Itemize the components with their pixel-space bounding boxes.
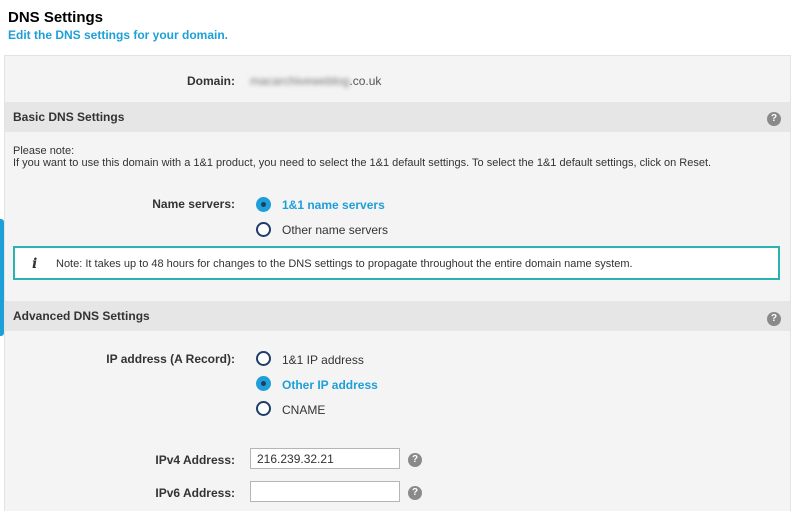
- domain-suffix: .co.uk: [349, 74, 382, 88]
- page-title: DNS Settings: [8, 9, 104, 26]
- domain-label: Domain:: [187, 74, 235, 88]
- dns-settings-panel: Domain: macarchiveweblog.co.uk Basic DNS…: [4, 55, 791, 511]
- ipv6-help-icon[interactable]: ?: [408, 486, 422, 500]
- basic-dns-help-icon[interactable]: ?: [767, 112, 781, 126]
- ipv6-input[interactable]: [250, 481, 400, 502]
- radio-1and1-ip-address-label[interactable]: 1&1 IP address: [282, 353, 364, 367]
- ipv4-input[interactable]: [250, 448, 400, 469]
- radio-other-name-servers-label[interactable]: Other name servers: [282, 223, 388, 237]
- domain-value: macarchiveweblog.co.uk: [250, 74, 381, 88]
- radio-other-ip-address[interactable]: [256, 376, 271, 391]
- dns-propagation-text: Note: It takes up to 48 hours for change…: [56, 258, 633, 270]
- radio-1and1-name-servers[interactable]: [256, 197, 271, 212]
- radio-1and1-name-servers-label[interactable]: 1&1 name servers: [282, 198, 385, 212]
- page-subtitle: Edit the DNS settings for your domain.: [8, 28, 229, 42]
- radio-other-ip-address-label[interactable]: Other IP address: [282, 378, 378, 392]
- ip-address-label: IP address (A Record):: [106, 352, 235, 366]
- advanced-dns-title: Advanced DNS Settings: [13, 309, 150, 323]
- basic-note-text: If you want to use this domain with a 1&…: [13, 157, 712, 169]
- ipv4-help-icon[interactable]: ?: [408, 453, 422, 467]
- advanced-dns-help-icon[interactable]: ?: [767, 312, 781, 326]
- dns-propagation-note: i Note: It takes up to 48 hours for chan…: [13, 246, 780, 280]
- ipv6-label: IPv6 Address:: [155, 486, 235, 500]
- name-servers-label: Name servers:: [152, 197, 235, 211]
- radio-cname[interactable]: [256, 401, 271, 416]
- advanced-dns-header: Advanced DNS Settings ?: [5, 301, 790, 331]
- basic-dns-header: Basic DNS Settings ?: [5, 102, 790, 132]
- basic-dns-title: Basic DNS Settings: [13, 110, 125, 124]
- radio-other-name-servers[interactable]: [256, 222, 271, 237]
- basic-note-heading: Please note:: [13, 145, 75, 157]
- info-icon: i: [32, 256, 38, 272]
- domain-name-blurred: macarchiveweblog: [250, 74, 350, 88]
- radio-1and1-ip-address[interactable]: [256, 351, 271, 366]
- ipv4-label: IPv4 Address:: [155, 453, 235, 467]
- radio-cname-label[interactable]: CNAME: [282, 403, 325, 417]
